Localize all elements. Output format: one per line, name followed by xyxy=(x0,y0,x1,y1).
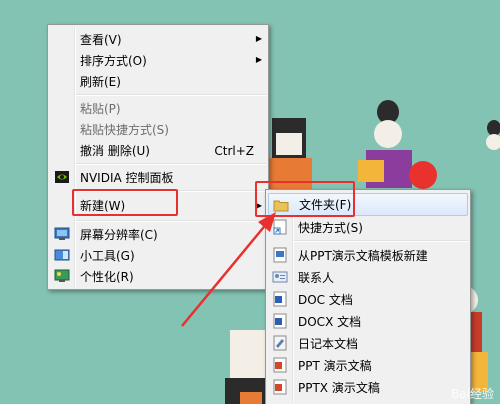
menu-item-label: 刷新(E) xyxy=(80,75,121,89)
docx-icon xyxy=(273,313,287,329)
menu-item-undo-delete[interactable]: 撤消 删除(U) Ctrl+Z xyxy=(50,140,266,161)
ppt-icon xyxy=(273,357,287,373)
submenu-arrow-icon: ▶ xyxy=(255,34,262,43)
submenu-item-ppt[interactable]: PPT 演示文稿 xyxy=(268,355,468,376)
menu-item-label: 排序方式(O) xyxy=(80,54,147,68)
menu-item-sort-by[interactable]: 排序方式(O) ▶ xyxy=(50,50,266,71)
menu-separator xyxy=(76,94,266,96)
wallpaper-figure-3 xyxy=(486,120,500,150)
submenu-item-docx[interactable]: DOCX 文档 xyxy=(268,311,468,332)
submenu-arrow-icon: ▶ xyxy=(255,55,262,64)
nvidia-icon xyxy=(55,171,69,183)
menu-item-view[interactable]: 查看(V) ▶ xyxy=(50,29,266,50)
menu-item-label: PPT 演示文稿 xyxy=(298,359,372,373)
ppt-template-icon xyxy=(273,247,287,263)
menu-item-shortcut: Ctrl+Z xyxy=(214,143,254,158)
menu-item-label: 日记本文档 xyxy=(298,337,359,351)
new-submenu: 文件夹(F) 快捷方式(S) 从PPT演示文稿模板新建 联系人 DOC 文档 D… xyxy=(265,189,471,404)
menu-item-paste-shortcut[interactable]: 粘贴快捷方式(S) xyxy=(50,119,266,140)
menu-item-label: 粘贴快捷方式(S) xyxy=(80,123,169,137)
menu-item-label: 快捷方式(S) xyxy=(298,221,363,235)
menu-item-label: 查看(V) xyxy=(80,33,122,47)
shortcut-icon xyxy=(273,219,287,235)
menu-item-label: 小工具(G) xyxy=(80,249,135,263)
submenu-item-journal[interactable]: 日记本文档 xyxy=(268,333,468,354)
menu-item-personalize[interactable]: 个性化(R) xyxy=(50,266,266,287)
watermark: Bai经验 xyxy=(451,387,494,401)
menu-item-label: 从PPT演示文稿模板新建 xyxy=(298,249,428,263)
pptx-icon xyxy=(273,379,287,395)
menu-item-screen-resolution[interactable]: 屏幕分辨率(C) xyxy=(50,224,266,245)
submenu-item-doc[interactable]: DOC 文档 xyxy=(268,289,468,310)
menu-item-label: DOCX 文档 xyxy=(298,315,362,329)
menu-item-label: 个性化(R) xyxy=(80,270,134,284)
menu-item-label: 屏幕分辨率(C) xyxy=(80,228,158,242)
contact-icon xyxy=(272,271,288,283)
menu-item-label: 撤消 删除(U) xyxy=(80,144,150,158)
menu-item-label: NVIDIA 控制面板 xyxy=(80,171,174,185)
annotation-box-new xyxy=(72,189,178,216)
menu-item-nvidia-control-panel[interactable]: NVIDIA 控制面板 xyxy=(50,167,266,188)
menu-separator xyxy=(294,240,468,242)
menu-separator xyxy=(76,220,266,222)
monitor-icon xyxy=(54,227,70,240)
menu-separator xyxy=(76,163,266,165)
annotation-box-folder xyxy=(255,181,355,217)
personalize-icon xyxy=(54,269,70,282)
menu-item-gadgets[interactable]: 小工具(G) xyxy=(50,245,266,266)
menu-item-refresh[interactable]: 刷新(E) xyxy=(50,71,266,92)
menu-item-paste[interactable]: 粘贴(P) xyxy=(50,98,266,119)
submenu-item-shortcut[interactable]: 快捷方式(S) xyxy=(268,217,468,238)
gadgets-icon xyxy=(54,249,70,261)
journal-icon xyxy=(273,335,287,351)
desktop-context-menu: 查看(V) ▶ 排序方式(O) ▶ 刷新(E) 粘贴(P) 粘贴快捷方式(S) … xyxy=(47,24,269,290)
menu-item-label: PPTX 演示文稿 xyxy=(298,381,380,395)
submenu-item-pptx[interactable]: PPTX 演示文稿 xyxy=(268,377,468,398)
wallpaper-figure-2 xyxy=(358,100,437,189)
menu-item-label: DOC 文档 xyxy=(298,293,353,307)
doc-icon xyxy=(273,291,287,307)
menu-item-label: 联系人 xyxy=(298,271,335,285)
submenu-item-contact[interactable]: 联系人 xyxy=(268,267,468,288)
menu-item-label: 粘贴(P) xyxy=(80,102,121,116)
submenu-item-ppt-template[interactable]: 从PPT演示文稿模板新建 xyxy=(268,245,468,266)
